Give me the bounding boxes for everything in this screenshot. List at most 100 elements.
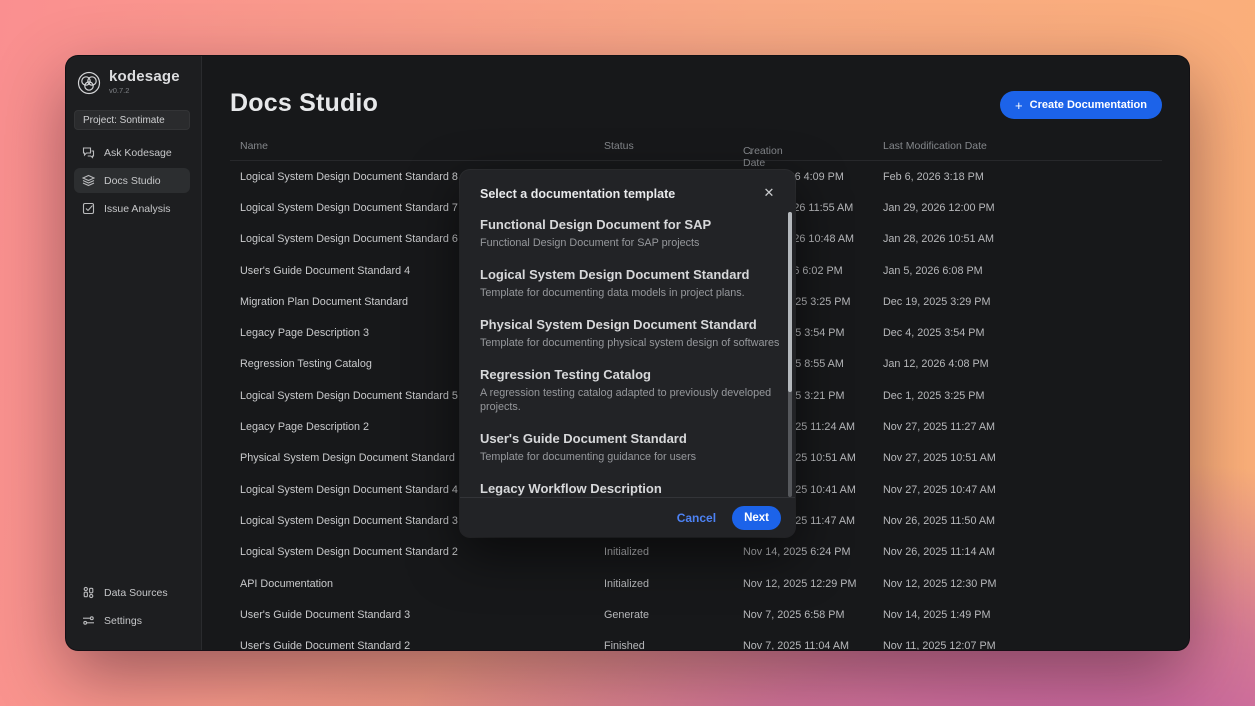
doc-created: Nov 12, 2025 12:29 PM — [743, 578, 856, 590]
template-description: Template for documenting data models in … — [480, 286, 781, 300]
doc-modified: Nov 26, 2025 11:50 AM — [883, 515, 995, 527]
modal-scrollbar-thumb[interactable] — [788, 212, 792, 392]
doc-name: Logical System Design Document Standard … — [240, 233, 458, 245]
doc-modified: Jan 5, 2026 6:08 PM — [883, 265, 983, 277]
sidebar-item-label: Data Sources — [104, 587, 168, 599]
template-title: User's Guide Document Standard — [480, 430, 781, 447]
template-title: Regression Testing Catalog — [480, 366, 781, 383]
doc-name: Logical System Design Document Standard … — [240, 484, 458, 496]
column-header-status[interactable]: Status — [604, 140, 634, 152]
doc-modified: Dec 1, 2025 3:25 PM — [883, 390, 984, 402]
template-title: Physical System Design Document Standard — [480, 316, 781, 333]
sort-descending-icon: ↓ — [748, 145, 753, 157]
doc-name: API Documentation — [240, 578, 333, 590]
dialog-title: Select a documentation template — [480, 187, 675, 201]
template-description: A regression testing catalog adapted to … — [480, 386, 781, 414]
template-option-functional-design-sap[interactable]: Functional Design Document for SAP Funct… — [480, 216, 781, 250]
doc-name: Logical System Design Document Standard … — [240, 515, 458, 527]
table-row[interactable]: User's Guide Document Standard 2Finished… — [230, 630, 1162, 650]
app-name: kodesage — [109, 68, 180, 85]
check-square-icon — [82, 202, 95, 215]
template-description: Template for documenting physical system… — [480, 336, 781, 350]
sidebar-item-label: Settings — [104, 615, 142, 627]
template-description: Functional Design Document for SAP proje… — [480, 236, 781, 250]
doc-name: Regression Testing Catalog — [240, 358, 372, 370]
table-row[interactable]: Logical System Design Document Standard … — [230, 537, 1162, 568]
template-title: Logical System Design Document Standard — [480, 266, 781, 283]
doc-modified: Nov 27, 2025 11:27 AM — [883, 421, 995, 433]
sidebar-item-label: Issue Analysis — [104, 203, 171, 215]
app-window: kodesage v0.7.2 Project: Sontimate Ask K… — [66, 56, 1189, 650]
template-option-legacy-workflow[interactable]: Legacy Workflow Description Template for… — [480, 480, 781, 497]
doc-name: User's Guide Document Standard 4 — [240, 265, 410, 277]
database-icon — [82, 586, 95, 599]
table-row[interactable]: API Documentation Initialized Nov 12, 2025… — [230, 568, 1162, 599]
doc-modified: Nov 27, 2025 10:51 AM — [883, 452, 996, 464]
brand-text: kodesage v0.7.2 — [109, 68, 180, 95]
doc-modified: Nov 12, 2025 12:30 PM — [883, 578, 996, 590]
dialog-footer: Cancel Next — [460, 497, 795, 537]
sliders-icon — [82, 614, 95, 627]
doc-modified: Nov 11, 2025 12:07 PM — [883, 640, 996, 650]
doc-name: User's Guide Document Standard 3 — [240, 609, 410, 621]
sidebar-item-docs-studio[interactable]: Docs Studio — [74, 168, 190, 193]
table-header: Name Status Creation Date↓ Last Modifica… — [230, 135, 1162, 161]
sidebar-nav: Ask Kodesage Docs Studio Issue Analysis — [74, 140, 190, 224]
create-documentation-button[interactable]: + Create Documentation — [1000, 91, 1162, 119]
doc-status: Initialized — [604, 578, 649, 590]
sidebar-item-label: Docs Studio — [104, 175, 161, 187]
brand: kodesage v0.7.2 — [76, 68, 180, 96]
doc-name: Legacy Page Description 2 — [240, 421, 369, 433]
doc-modified: Feb 6, 2026 3:18 PM — [883, 171, 984, 183]
doc-created: Nov 14, 2025 6:24 PM — [743, 546, 850, 558]
template-title: Functional Design Document for SAP — [480, 216, 781, 233]
doc-name: Legacy Page Description 3 — [240, 327, 369, 339]
doc-modified: Dec 19, 2025 3:29 PM — [883, 296, 990, 308]
doc-modified: Jan 28, 2026 10:51 AM — [883, 233, 994, 245]
layers-icon — [82, 174, 95, 187]
sidebar-footer-nav: Data Sources Settings — [74, 580, 190, 636]
template-description: Template for documenting guidance for us… — [480, 450, 781, 464]
template-option-regression-testing-catalog[interactable]: Regression Testing Catalog A regression … — [480, 366, 781, 414]
doc-name: Logical System Design Document Standard … — [240, 390, 458, 402]
create-documentation-label: Create Documentation — [1030, 99, 1147, 111]
template-list: Functional Design Document for SAP Funct… — [480, 216, 781, 497]
sidebar-item-ask-kodesage[interactable]: Ask Kodesage — [74, 140, 190, 165]
doc-name: Logical System Design Document Standard … — [240, 171, 458, 183]
chat-icon — [82, 146, 95, 159]
doc-name: Physical System Design Document Standard — [240, 452, 455, 464]
sidebar: kodesage v0.7.2 Project: Sontimate Ask K… — [66, 56, 202, 650]
doc-name: Logical System Design Document Standard … — [240, 546, 458, 558]
project-label: Project: Sontimate — [83, 115, 165, 126]
template-option-users-guide[interactable]: User's Guide Document Standard Template … — [480, 430, 781, 464]
doc-modified: Nov 14, 2025 1:49 PM — [883, 609, 990, 621]
modal-scrollbar[interactable] — [788, 212, 792, 497]
doc-name: Migration Plan Document Standard — [240, 296, 408, 308]
doc-created: Nov 7, 2025 11:04 AM — [743, 640, 849, 650]
sidebar-item-issue-analysis[interactable]: Issue Analysis — [74, 196, 190, 221]
close-icon[interactable]: ✕ — [758, 182, 780, 204]
template-title: Legacy Workflow Description — [480, 480, 781, 497]
doc-name: Logical System Design Document Standard … — [240, 202, 458, 214]
select-template-dialog: Select a documentation template ✕ Functi… — [460, 170, 795, 537]
table-row[interactable]: User's Guide Document Standard 3 Generate… — [230, 599, 1162, 630]
plus-icon: + — [1015, 99, 1023, 112]
doc-status: Generate — [604, 609, 649, 621]
doc-created: Nov 7, 2025 6:58 PM — [743, 609, 844, 621]
column-header-name[interactable]: Name — [240, 140, 268, 152]
project-selector[interactable]: Project: Sontimate — [74, 110, 190, 130]
cancel-button[interactable]: Cancel — [677, 511, 716, 525]
doc-modified: Dec 4, 2025 3:54 PM — [883, 327, 984, 339]
doc-modified: Nov 27, 2025 10:47 AM — [883, 484, 996, 496]
sidebar-item-data-sources[interactable]: Data Sources — [74, 580, 190, 605]
doc-modified: Jan 29, 2026 12:00 PM — [883, 202, 995, 214]
next-button[interactable]: Next — [732, 506, 781, 530]
doc-modified: Nov 26, 2025 11:14 AM — [883, 546, 995, 558]
sidebar-item-settings[interactable]: Settings — [74, 608, 190, 633]
sidebar-item-label: Ask Kodesage — [104, 147, 172, 159]
column-header-last-modification-date[interactable]: Last Modification Date — [883, 140, 987, 152]
page-title: Docs Studio — [230, 89, 378, 118]
doc-name: User's Guide Document Standard 2 — [240, 640, 410, 650]
template-option-logical-system-design[interactable]: Logical System Design Document Standard … — [480, 266, 781, 300]
template-option-physical-system-design[interactable]: Physical System Design Document Standard… — [480, 316, 781, 350]
